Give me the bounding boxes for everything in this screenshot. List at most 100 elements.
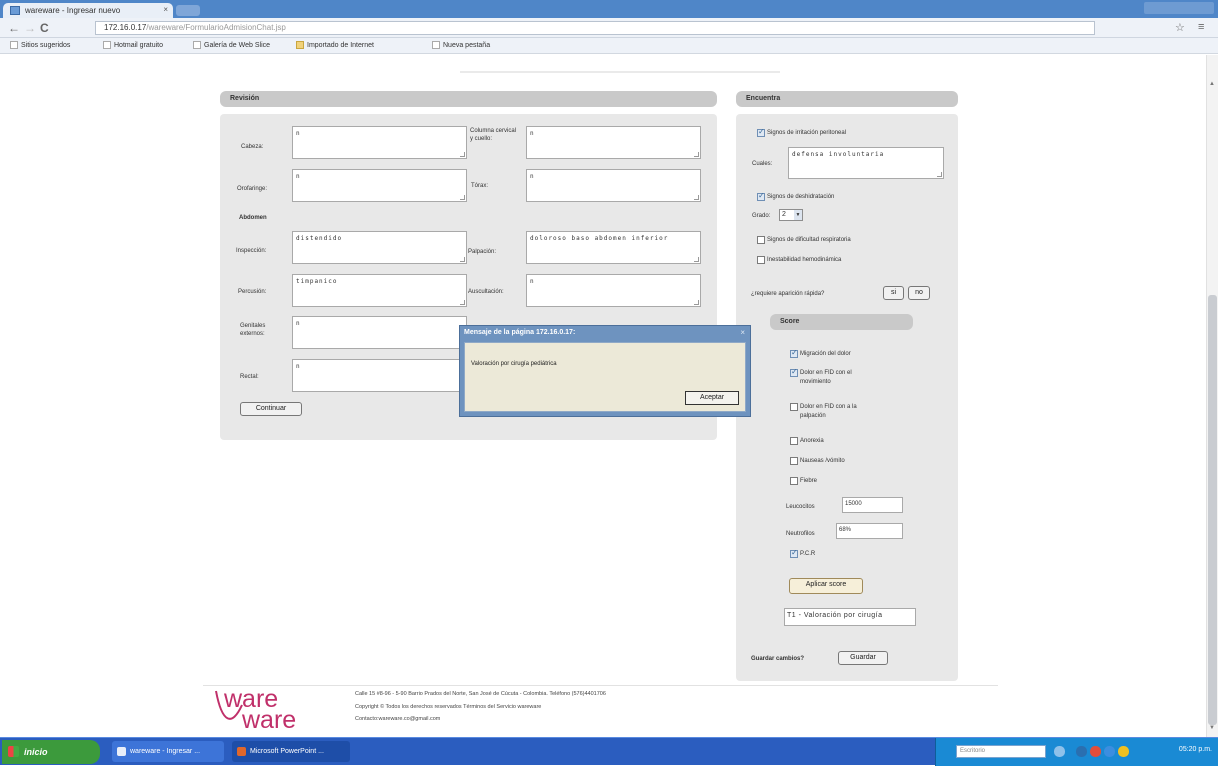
- cabeza-label: Cabeza:: [241, 144, 264, 150]
- page-favicon-icon: [10, 6, 20, 15]
- bookmark-item[interactable]: Hotmail gratuito: [103, 41, 163, 49]
- bookmark-folder[interactable]: Importado de Internet: [296, 41, 374, 49]
- address-bar[interactable]: 172.16.0.17/wareware/FormularioAdmisionC…: [95, 21, 1095, 35]
- menu-icon[interactable]: ≡: [1198, 21, 1204, 33]
- tab-close-icon[interactable]: ×: [163, 5, 168, 14]
- footer-address: Calle 15 #8-96 - 5-90 Barrio Prados del …: [355, 691, 606, 697]
- respiratoria-checkbox[interactable]: [757, 236, 765, 244]
- scroll-up-icon[interactable]: ▲: [1209, 81, 1215, 87]
- save-button[interactable]: Guardar: [838, 651, 888, 665]
- cuales-textarea[interactable]: defensa involuntaria: [788, 147, 944, 179]
- hemodinamica-checkbox[interactable]: [757, 256, 765, 264]
- nauseas-label: Nauseas /vómito: [800, 458, 845, 464]
- respiratoria-label: Signos de dificultad respiratoria: [767, 237, 851, 243]
- nauseas-checkbox[interactable]: [790, 457, 798, 465]
- bookmark-item[interactable]: Sitios sugeridos: [10, 41, 70, 49]
- volume-icon[interactable]: [1104, 746, 1115, 757]
- auscultacion-textarea[interactable]: n: [526, 274, 701, 307]
- page-icon: [103, 41, 111, 49]
- bookmark-item[interactable]: Nueva pestaña: [432, 41, 490, 49]
- grado-select[interactable]: 2 ▼: [779, 209, 803, 221]
- page-icon: [432, 41, 440, 49]
- encuentra-header: Encuentra: [736, 91, 958, 107]
- page-scrollbar[interactable]: ▲ ▼: [1206, 55, 1218, 737]
- scroll-thumb[interactable]: [1208, 295, 1217, 725]
- pcr-label: P.C.R: [800, 551, 816, 557]
- chevron-down-icon: ▼: [794, 210, 802, 220]
- inspeccion-textarea[interactable]: distendido: [292, 231, 467, 264]
- orofaringe-textarea[interactable]: n: [292, 169, 467, 202]
- no-button[interactable]: no: [908, 286, 930, 300]
- browser-tab[interactable]: wareware - Ingresar nuevo ×: [3, 3, 173, 18]
- scroll-down-icon[interactable]: ▼: [1209, 725, 1215, 731]
- neutrofilos-input[interactable]: 68%: [836, 523, 903, 539]
- desktop-search-input[interactable]: Escritorio: [956, 745, 1046, 758]
- bookmarks-bar: Sitios sugeridos Hotmail gratuito Galerí…: [0, 38, 1218, 54]
- pcr-checkbox[interactable]: [790, 548, 798, 558]
- fiebre-label: Fiebre: [800, 478, 818, 484]
- deshidratacion-checkbox[interactable]: [757, 191, 765, 201]
- tab-title: wareware - Ingresar nuevo: [25, 6, 121, 15]
- powerpoint-icon: [237, 747, 246, 756]
- fid-palpacion-label: Dolor en FID con a la palpación: [800, 404, 857, 419]
- rectal-textarea[interactable]: n: [292, 359, 467, 392]
- migracion-checkbox[interactable]: [790, 348, 798, 358]
- apply-score-button[interactable]: Aplicar score: [789, 578, 863, 594]
- anorexia-label: Anorexia: [800, 438, 824, 444]
- page-icon: [10, 41, 18, 49]
- network-icon[interactable]: [1076, 746, 1087, 757]
- dialog-body: Valoración por cirugía pediátrica Acepta…: [464, 342, 746, 412]
- close-icon[interactable]: ×: [740, 328, 745, 337]
- genitales-textarea[interactable]: n: [292, 316, 467, 349]
- footer-copyright: Copyright © Todos los derechos reservado…: [355, 704, 542, 710]
- irritacion-label: Signos de irritación peritoneal: [767, 130, 847, 136]
- aparicion-question: ¿requiere aparición rápida?: [751, 291, 825, 297]
- notification-icon[interactable]: [1118, 746, 1129, 757]
- si-button[interactable]: si: [883, 286, 904, 300]
- irritacion-checkbox[interactable]: [757, 127, 765, 137]
- torax-label: Tórax:: [471, 183, 489, 189]
- new-tab-button[interactable]: [176, 5, 200, 16]
- leucocitos-input[interactable]: 15000: [842, 497, 903, 513]
- taskbar-item-browser[interactable]: wareware - Ingresar ...: [112, 741, 224, 762]
- alert-dialog: Mensaje de la página 172.16.0.17: × Valo…: [459, 325, 751, 417]
- windows-logo-icon: [8, 746, 19, 757]
- continue-button[interactable]: Continuar: [240, 402, 302, 416]
- start-button[interactable]: inicio: [2, 740, 100, 764]
- cuales-label: Cuales:: [752, 161, 773, 167]
- neutrofilos-label: Neutrofilos: [786, 531, 815, 537]
- top-divider: [460, 71, 780, 73]
- back-arrow-icon[interactable]: ←: [8, 21, 20, 35]
- ok-button[interactable]: Aceptar: [685, 391, 739, 405]
- abdomen-heading: Abdomen: [239, 215, 267, 221]
- orofaringe-label: Orofaringe:: [237, 186, 268, 192]
- save-question: Guardar cambios?: [751, 656, 805, 662]
- tray-app-icon[interactable]: [1054, 746, 1065, 757]
- bookmark-item[interactable]: Galería de Web Slice: [193, 41, 270, 49]
- fid-movimiento-checkbox[interactable]: [790, 367, 798, 377]
- cuello-textarea[interactable]: n: [526, 126, 701, 159]
- palpacion-label: Palpación:: [468, 249, 497, 255]
- torax-textarea[interactable]: n: [526, 169, 701, 202]
- folder-icon: [296, 41, 304, 49]
- grado-label: Grado:: [752, 213, 771, 219]
- fiebre-checkbox[interactable]: [790, 477, 798, 485]
- browser-toolbar: ← → C 172.16.0.17/wareware/FormularioAdm…: [0, 18, 1218, 38]
- system-tray: Escritorio 05:20 p.m.: [935, 738, 1218, 766]
- browser-icon: [117, 747, 126, 756]
- bookmark-star-icon[interactable]: ☆: [1175, 21, 1185, 34]
- anorexia-checkbox[interactable]: [790, 437, 798, 445]
- percusion-textarea[interactable]: timpanico: [292, 274, 467, 307]
- fid-palpacion-checkbox[interactable]: [790, 403, 798, 411]
- genitales-label: Genitales externos:: [240, 323, 266, 337]
- palpacion-textarea[interactable]: doloroso baso abdomen inferior: [526, 231, 701, 264]
- reload-icon[interactable]: C: [40, 21, 49, 35]
- taskbar-item-powerpoint[interactable]: Microsoft PowerPoint ...: [232, 741, 350, 762]
- forward-arrow-icon[interactable]: →: [24, 21, 36, 35]
- antivirus-icon[interactable]: [1090, 746, 1101, 757]
- cabeza-textarea[interactable]: n: [292, 126, 467, 159]
- wareware-logo: ware ware: [215, 685, 296, 733]
- url-host: 172.16.0.17: [104, 23, 147, 32]
- browser-tabstrip: wareware - Ingresar nuevo ×: [0, 0, 1218, 18]
- window-controls[interactable]: [1144, 2, 1214, 14]
